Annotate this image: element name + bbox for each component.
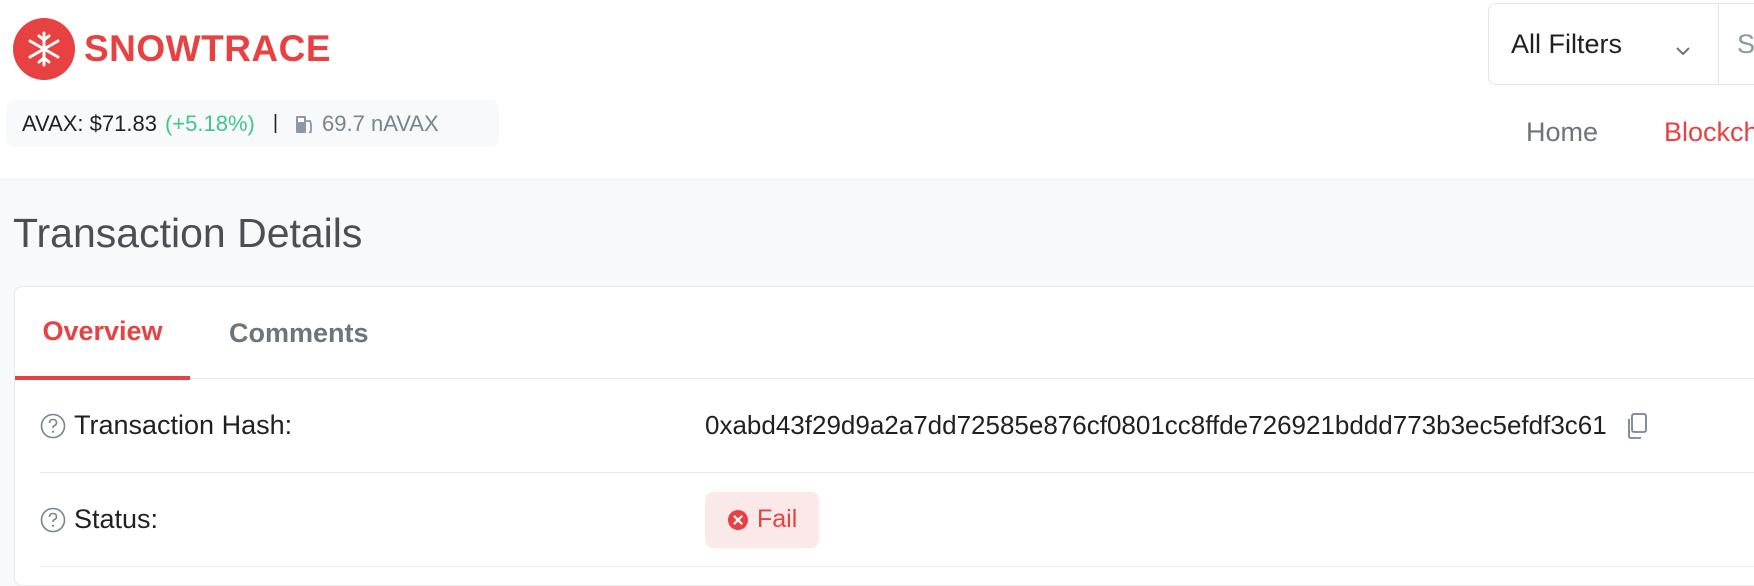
snowflake-icon xyxy=(13,18,75,80)
price-bar: AVAX: $71.83 (+5.18%) | 69.7 nAVAX xyxy=(6,100,499,147)
brand-logo-link[interactable]: SNOWTRACE xyxy=(13,18,331,80)
transaction-hash-label-group: Transaction Hash: xyxy=(40,379,292,472)
brand-name: SNOWTRACE xyxy=(84,28,332,69)
chevron-down-icon xyxy=(1674,34,1692,65)
question-circle-icon[interactable] xyxy=(40,413,66,439)
transaction-hash-row: Transaction Hash: 0xabd43f29d9a2a7dd7258… xyxy=(40,379,1754,473)
avax-price-change: (+5.18%) xyxy=(164,110,255,136)
status-label: Status: xyxy=(74,504,159,534)
tab-overview[interactable]: Overview xyxy=(15,287,190,380)
gas-price[interactable]: 69.7 nAVAX xyxy=(322,111,439,137)
search-placeholder: S xyxy=(1737,28,1754,59)
status-value-group: Fail xyxy=(705,473,820,566)
nav-blockchain[interactable]: Blockch xyxy=(1664,117,1754,148)
search-filter-label: All Filters xyxy=(1511,28,1623,59)
site-header: SNOWTRACE AVAX: $71.83 (+5.18%) | 69.7 n… xyxy=(0,0,1754,180)
question-circle-icon[interactable] xyxy=(40,507,66,533)
transaction-card: Overview Comments Transaction Hash: 0xab… xyxy=(14,286,1754,586)
tab-comments[interactable]: Comments xyxy=(229,287,369,379)
avax-price[interactable]: AVAX: $71.83 xyxy=(22,111,157,137)
page-title: Transaction Details xyxy=(13,210,363,256)
status-label-group: Status: xyxy=(40,473,158,566)
x-circle-icon xyxy=(727,509,749,531)
search-filter-select[interactable]: All Filters xyxy=(1488,3,1718,85)
search-input[interactable]: S xyxy=(1718,3,1754,85)
status-row: Status: Fail xyxy=(40,473,1754,567)
nav-home[interactable]: Home xyxy=(1526,117,1598,148)
gas-pump-icon xyxy=(294,113,314,135)
transaction-hash-label: Transaction Hash: xyxy=(74,410,293,440)
price-separator: | xyxy=(272,112,279,134)
transaction-hash-value-group: 0xabd43f29d9a2a7dd72585e876cf0801cc8ffde… xyxy=(705,379,1649,472)
tab-bar: Overview Comments xyxy=(15,287,1754,380)
transaction-hash-value: 0xabd43f29d9a2a7dd72585e876cf0801cc8ffde… xyxy=(705,410,1607,440)
copy-icon[interactable] xyxy=(1625,412,1649,440)
status-badge: Fail xyxy=(705,491,820,548)
status-text: Fail xyxy=(757,505,798,533)
